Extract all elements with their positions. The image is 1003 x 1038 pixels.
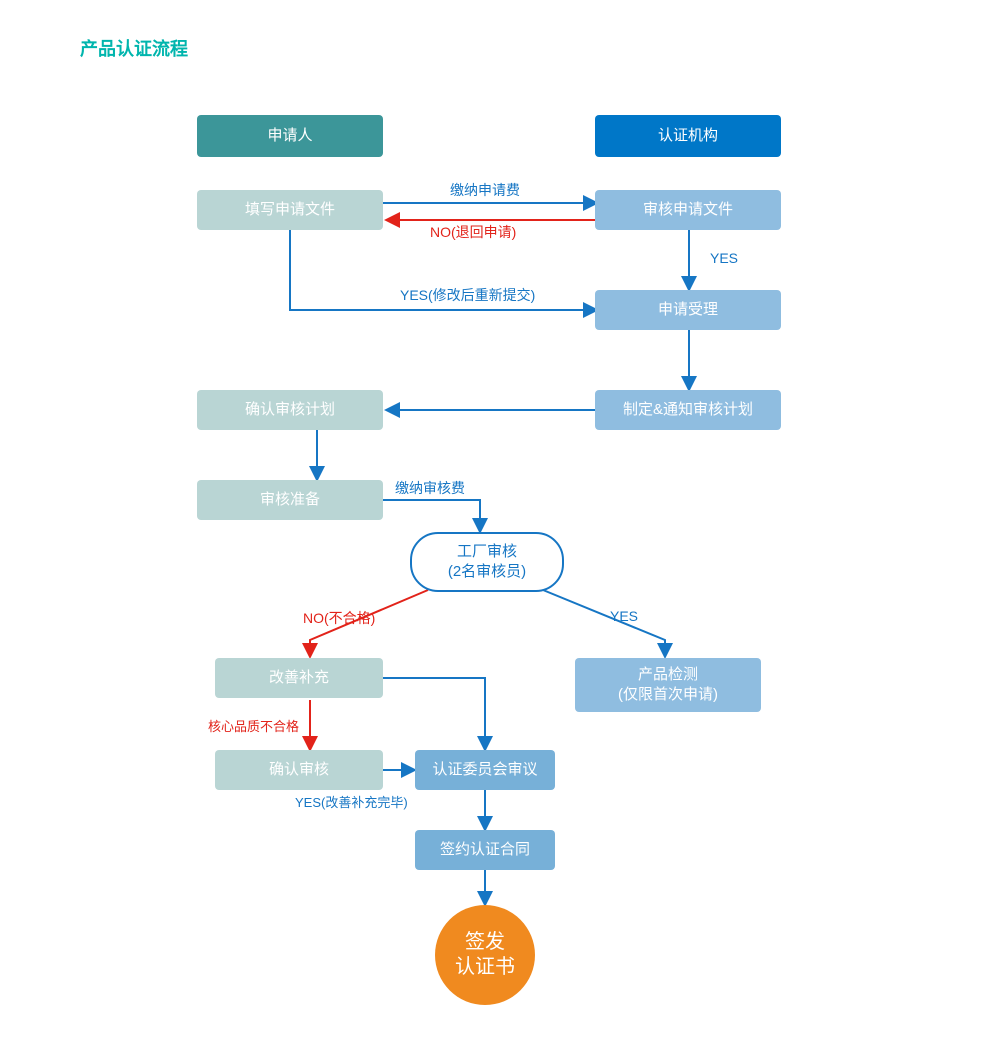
label-no-return: NO(退回申请) [430,222,516,242]
box-improve-supplement: 改善补充 [215,658,383,698]
box-committee-review: 认证委员会审议 [415,750,555,790]
box-make-plan: 制定&通知审核计划 [595,390,781,430]
issue-cert-line1: 签发 [465,931,505,953]
label-yes-1: YES [710,250,738,266]
box-confirm-plan: 确认审核计划 [197,390,383,430]
box-confirm-audit: 确认审核 [215,750,383,790]
label-yes-improvement-done: YES(改善补充完毕) [295,792,408,811]
box-fill-app-docs: 填写申请文件 [197,190,383,230]
factory-audit-line1: 工厂审核 [457,543,517,560]
box-review-app-docs: 审核申请文件 [595,190,781,230]
header-cert-body: 认证机构 [595,115,781,157]
label-pay-audit-fee: 缴纳审核费 [395,478,465,498]
label-core-quality-fail: 核心品质不合格 [208,716,299,735]
label-pay-app-fee: 缴纳申请费 [450,180,520,200]
product-test-line2: (仅限首次申请) [618,686,718,703]
flow-arrows [0,0,1003,1038]
box-sign-contract: 签约认证合同 [415,830,555,870]
label-yes-2: YES [610,608,638,624]
box-audit-prep: 审核准备 [197,480,383,520]
label-no-fail: NO(不合格) [303,608,375,628]
header-applicant: 申请人 [197,115,383,157]
circle-issue-cert: 签发 认证书 [435,905,535,1005]
box-product-test: 产品检测 (仅限首次申请) [575,658,761,712]
pill-factory-audit: 工厂审核 (2名审核员) [410,532,564,592]
product-test-line1: 产品检测 [638,666,698,683]
box-app-accepted: 申请受理 [595,290,781,330]
page-title: 产品认证流程 [80,35,188,61]
label-yes-resubmit: YES(修改后重新提交) [400,285,535,305]
diagram-page: 产品认证流程 [0,0,1003,1038]
factory-audit-line2: (2名审核员) [448,563,526,580]
issue-cert-line2: 认证书 [455,956,515,978]
